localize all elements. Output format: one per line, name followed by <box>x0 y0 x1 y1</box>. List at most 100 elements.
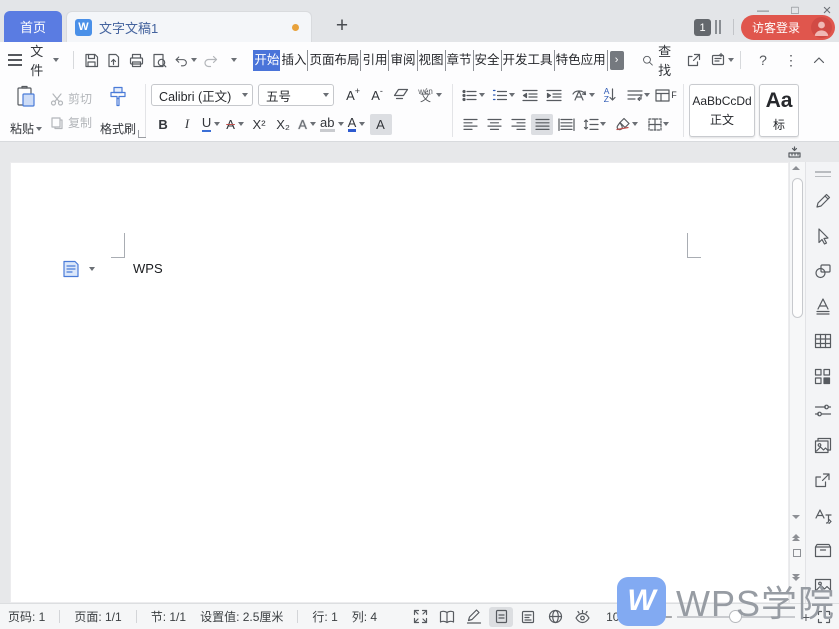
paste-dropdown-icon[interactable] <box>36 126 43 131</box>
font-size-select[interactable]: 五号 <box>258 84 335 106</box>
tab-references[interactable]: 引用 <box>361 49 390 71</box>
undo-button[interactable] <box>173 49 198 71</box>
paste-button[interactable]: 粘贴 <box>6 82 46 139</box>
ruler-toggle-icon[interactable] <box>788 145 801 163</box>
grow-font-button[interactable]: A + <box>342 85 364 106</box>
tab-insert[interactable]: 插入 <box>280 49 309 71</box>
save-button[interactable] <box>82 49 101 71</box>
tab-special-features[interactable]: 特色应用 <box>555 49 608 71</box>
phonetic-guide-button[interactable]: wén 文 <box>414 85 446 106</box>
print-button[interactable] <box>127 49 146 71</box>
text-direction-button[interactable] <box>567 85 597 106</box>
background-image-icon[interactable] <box>810 433 836 458</box>
dialog-launcher-icon[interactable] <box>138 130 146 138</box>
document-area[interactable]: WPS <box>0 162 789 603</box>
zoom-out-button[interactable]: — <box>657 608 672 625</box>
shrink-font-button[interactable]: A- <box>366 85 388 106</box>
vertical-scrollbar[interactable] <box>789 162 805 603</box>
tab-view[interactable]: 视图 <box>418 49 446 71</box>
print-layout-icon[interactable] <box>489 606 514 627</box>
format-painter-button[interactable]: 格式刷 <box>96 82 140 139</box>
fullscreen-icon[interactable] <box>408 607 432 627</box>
tab-home[interactable]: 开始 <box>253 49 281 71</box>
translate-icon[interactable] <box>810 503 836 528</box>
bullet-list-button[interactable] <box>459 85 487 106</box>
undo-dropdown-icon[interactable] <box>191 58 198 62</box>
message-count-badge[interactable]: 1 <box>694 19 711 36</box>
status-margin-setting[interactable]: 设置值: 2.5厘米 <box>200 608 283 625</box>
web-layout-icon[interactable] <box>543 607 567 627</box>
layout-blocks-icon[interactable] <box>810 364 836 389</box>
document-text[interactable]: WPS <box>133 261 163 276</box>
clear-format-button[interactable] <box>390 85 412 106</box>
edit-pen-icon[interactable] <box>810 189 836 214</box>
print-preview-button[interactable] <box>150 49 169 71</box>
zoom-slider-knob[interactable] <box>728 609 742 623</box>
panel-drag-handle[interactable] <box>814 168 831 180</box>
scroll-down-icon[interactable] <box>792 515 800 519</box>
tab-overflow-button[interactable]: › <box>609 50 624 70</box>
align-right-button[interactable] <box>507 114 529 135</box>
numbered-list-button[interactable] <box>489 85 517 106</box>
task-pane-icon[interactable] <box>710 49 734 71</box>
share-icon[interactable] <box>682 49 706 71</box>
export-pdf-button[interactable] <box>105 49 124 71</box>
fit-page-icon[interactable] <box>817 610 831 624</box>
font-color-button[interactable]: A <box>346 114 368 135</box>
tab-section[interactable]: 章节 <box>446 49 474 71</box>
eye-protect-icon[interactable] <box>570 607 594 627</box>
help-button[interactable]: ? <box>751 49 775 71</box>
tab-settings-button[interactable]: F <box>655 85 677 106</box>
select-cursor-icon[interactable] <box>810 224 836 249</box>
wordart-icon[interactable] <box>810 294 836 319</box>
quickbar-dropdown-icon[interactable] <box>224 49 243 71</box>
paste-options-float[interactable] <box>61 259 95 279</box>
scrollbar-thumb[interactable] <box>792 178 803 318</box>
char-shading-button[interactable]: A <box>369 113 392 135</box>
hamburger-menu-icon[interactable] <box>8 54 23 66</box>
strikethrough-button[interactable]: A <box>224 114 246 135</box>
text-effects-button[interactable]: A <box>296 114 318 135</box>
status-page-count[interactable]: 页面: 1/1 <box>74 608 121 625</box>
document-page[interactable]: WPS <box>10 162 789 603</box>
italic-button[interactable]: I <box>176 114 198 135</box>
tab-list-icon[interactable] <box>715 20 721 34</box>
tab-dev-tools[interactable]: 开发工具 <box>502 49 555 71</box>
find-button[interactable]: 查找 <box>642 41 678 79</box>
ink-mode-icon[interactable] <box>462 607 486 627</box>
distribute-button[interactable] <box>555 114 577 135</box>
style-normal[interactable]: AaBbCcDd 正文 <box>689 84 756 137</box>
borders-button[interactable] <box>643 114 673 135</box>
tab-review[interactable]: 审阅 <box>389 49 418 71</box>
zoom-dropdown-icon[interactable] <box>639 614 646 619</box>
image-tool-icon[interactable] <box>810 573 836 598</box>
superscript-button[interactable]: X² <box>248 114 270 135</box>
zoom-slider[interactable] <box>676 609 795 623</box>
document-tab[interactable]: W 文字文稿1 <box>66 11 312 42</box>
shading-button[interactable] <box>611 114 641 135</box>
home-tab[interactable]: 首页 <box>4 11 62 42</box>
table-icon[interactable] <box>810 329 836 354</box>
previous-page-icon[interactable] <box>792 534 800 541</box>
align-center-button[interactable] <box>483 114 505 135</box>
collapse-ribbon-icon[interactable] <box>807 49 831 71</box>
outline-view-icon[interactable] <box>516 607 540 627</box>
align-left-button[interactable] <box>459 114 481 135</box>
zoom-level[interactable]: 100% <box>606 610 637 624</box>
archive-box-icon[interactable] <box>810 538 836 563</box>
highlight-button[interactable]: ab <box>320 114 344 135</box>
next-page-icon[interactable] <box>792 574 800 581</box>
underline-button[interactable]: U <box>200 114 222 135</box>
subscript-button[interactable]: X₂ <box>272 114 294 135</box>
share-panel-icon[interactable] <box>810 468 836 493</box>
justify-button[interactable] <box>531 113 554 135</box>
bold-button[interactable]: B <box>152 114 174 135</box>
read-mode-icon[interactable] <box>435 607 459 627</box>
decrease-indent-button[interactable] <box>519 85 541 106</box>
select-browse-object-icon[interactable] <box>793 549 801 557</box>
tab-page-layout[interactable]: 页面布局 <box>308 49 362 71</box>
tab-security[interactable]: 安全 <box>474 49 502 71</box>
line-spacing-button[interactable] <box>579 114 609 135</box>
font-name-select[interactable]: Calibri (正文) <box>151 84 254 106</box>
more-menu-icon[interactable]: ⋮ <box>779 49 803 71</box>
